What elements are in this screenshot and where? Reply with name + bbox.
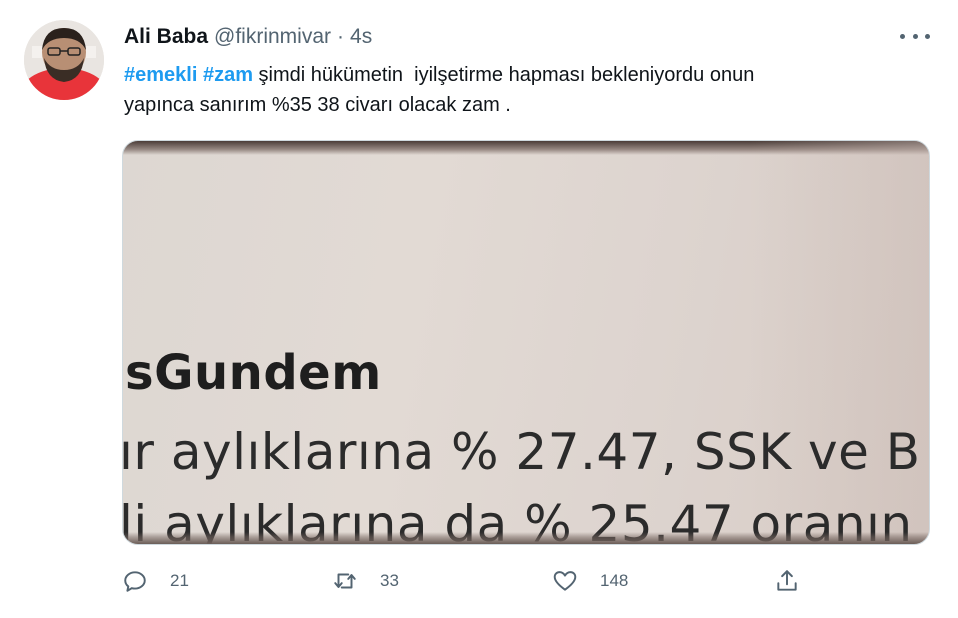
photo-shadow-bottom [123, 532, 929, 544]
retweet-icon [334, 573, 356, 589]
like-button[interactable]: 148 [552, 566, 628, 596]
avatar[interactable] [24, 20, 104, 100]
hashtag-emekli[interactable]: #emekli [124, 64, 197, 86]
reply-count: 21 [170, 571, 189, 590]
more-dot [925, 33, 930, 39]
tweet[interactable]: Ali Baba @fikrinmivar · 4s #emekli #zam … [0, 0, 958, 618]
tweet-text-line2: yapınca sanırım %35 38 civarı olacak zam… [124, 94, 511, 116]
like-count: 148 [600, 571, 629, 590]
tweet-text-line1: şimdi hükümetin iyilşetirme hapması bekl… [252, 64, 755, 86]
more-dot [900, 33, 905, 39]
reply-icon [124, 571, 146, 592]
image-text-line: ır aylıklarına % 27.47, SSK ve B [122, 423, 921, 481]
image-text-line: sGundem [125, 345, 382, 401]
heart-icon [553, 571, 577, 591]
reply-button[interactable]: 21 [122, 566, 189, 596]
hashtag-zam[interactable]: #zam [203, 64, 253, 86]
author-handle[interactable]: @fikrinmivar [214, 25, 331, 49]
tweet-media-image[interactable]: sGundem ır aylıklarına % 27.47, SSK ve B… [122, 140, 930, 545]
avatar-image [24, 20, 104, 100]
timestamp[interactable]: 4s [350, 25, 372, 49]
tweet-text: #emekli #zam şimdi hükümetin iyilşetirme… [124, 60, 914, 120]
photo-shadow-right [749, 141, 929, 544]
retweet-button[interactable]: 33 [332, 566, 399, 596]
more-dot [912, 33, 918, 39]
share-button[interactable] [774, 566, 800, 596]
separator: · [337, 25, 345, 48]
share-icon [777, 570, 797, 591]
tweet-header: Ali Baba @fikrinmivar · 4s [124, 24, 372, 50]
author-name[interactable]: Ali Baba [124, 25, 208, 49]
tweet-actions: 21 33 148 [122, 566, 822, 596]
more-icon[interactable] [900, 26, 930, 46]
retweet-count: 33 [380, 571, 399, 590]
